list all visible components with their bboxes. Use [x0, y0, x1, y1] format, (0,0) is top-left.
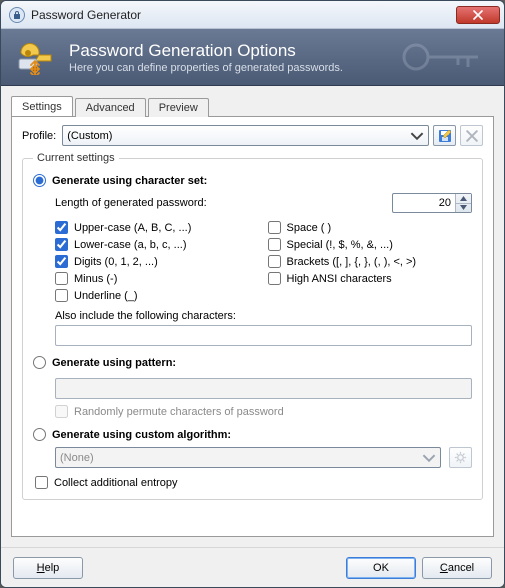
check-brackets[interactable] [268, 255, 281, 268]
key-icon [15, 39, 59, 75]
length-label: Length of generated password: [55, 197, 207, 209]
length-spinner[interactable] [392, 193, 472, 213]
check-special-label: Special (!, $, %, &, ...) [287, 239, 393, 251]
pattern-input [55, 378, 472, 399]
profile-label: Profile: [22, 130, 56, 142]
check-digits-label: Digits (0, 1, 2, ...) [74, 256, 158, 268]
window-title: Password Generator [31, 8, 456, 22]
radio-charset[interactable] [33, 174, 46, 187]
dialog-window: Password Generator Password Generation O… [0, 0, 505, 588]
radio-pattern-label: Generate using pattern: [52, 357, 176, 369]
tab-advanced[interactable]: Advanced [75, 98, 146, 117]
ok-button[interactable]: OK [346, 557, 416, 579]
radio-charset-label: Generate using character set: [52, 175, 207, 187]
check-special[interactable] [268, 238, 281, 251]
check-highansi-label: High ANSI characters [287, 273, 392, 285]
close-icon [473, 10, 483, 20]
check-minus-label: Minus (-) [74, 273, 117, 285]
check-permute [55, 405, 68, 418]
length-down[interactable] [456, 204, 471, 213]
banner: Password Generation Options Here you can… [1, 29, 504, 86]
check-brackets-label: Brackets ([, ], {, }, (, ), <, >) [287, 256, 417, 268]
tab-strip: Settings Advanced Preview [11, 94, 494, 116]
check-lowercase[interactable] [55, 238, 68, 251]
tab-panel-settings: Profile: (Custom) [11, 116, 494, 537]
save-icon [438, 129, 452, 143]
check-underline-label: Underline (_) [74, 290, 138, 302]
chevron-down-icon [422, 451, 436, 465]
check-digits[interactable] [55, 255, 68, 268]
current-settings-group: Current settings Generate using characte… [22, 152, 483, 500]
cancel-button[interactable]: Cancel [422, 557, 492, 579]
dialog-body: Settings Advanced Preview Profile: (Cust… [1, 86, 504, 547]
radio-algorithm-label: Generate using custom algorithm: [52, 429, 231, 441]
algorithm-select: (None) [55, 447, 441, 468]
check-uppercase-label: Upper-case (A, B, C, ...) [74, 222, 191, 234]
length-up[interactable] [456, 194, 471, 204]
chevron-down-icon [410, 129, 424, 143]
check-permute-label: Randomly permute characters of password [74, 406, 284, 418]
profile-value: (Custom) [67, 130, 112, 142]
algorithm-settings-button [449, 447, 472, 468]
profile-save-button[interactable] [433, 125, 456, 146]
profile-select[interactable]: (Custom) [62, 125, 429, 146]
check-minus[interactable] [55, 272, 68, 285]
banner-subtitle: Here you can define properties of genera… [69, 62, 343, 74]
delete-icon [466, 130, 478, 142]
check-space[interactable] [268, 221, 281, 234]
dialog-footer: Help OK Cancel [1, 547, 504, 587]
check-lowercase-label: Lower-case (a, b, c, ...) [74, 239, 186, 251]
profile-delete-button[interactable] [460, 125, 483, 146]
radio-pattern[interactable] [33, 356, 46, 369]
gear-icon [454, 451, 467, 464]
algorithm-value: (None) [60, 452, 94, 464]
also-include-input[interactable] [55, 325, 472, 346]
check-space-label: Space ( ) [287, 222, 332, 234]
check-entropy[interactable] [35, 476, 48, 489]
lock-icon [9, 7, 25, 23]
tab-settings[interactable]: Settings [11, 96, 73, 116]
check-highansi[interactable] [268, 272, 281, 285]
banner-title: Password Generation Options [69, 41, 343, 61]
also-include-label: Also include the following characters: [55, 310, 472, 322]
check-underline[interactable] [55, 289, 68, 302]
check-entropy-label: Collect additional entropy [54, 477, 178, 489]
group-legend: Current settings [33, 152, 119, 164]
key-watermark-icon [398, 35, 488, 82]
tab-preview[interactable]: Preview [148, 98, 209, 117]
radio-algorithm[interactable] [33, 428, 46, 441]
titlebar: Password Generator [1, 1, 504, 29]
length-input[interactable] [393, 194, 455, 212]
help-button[interactable]: Help [13, 557, 83, 579]
close-button[interactable] [456, 6, 500, 24]
check-uppercase[interactable] [55, 221, 68, 234]
